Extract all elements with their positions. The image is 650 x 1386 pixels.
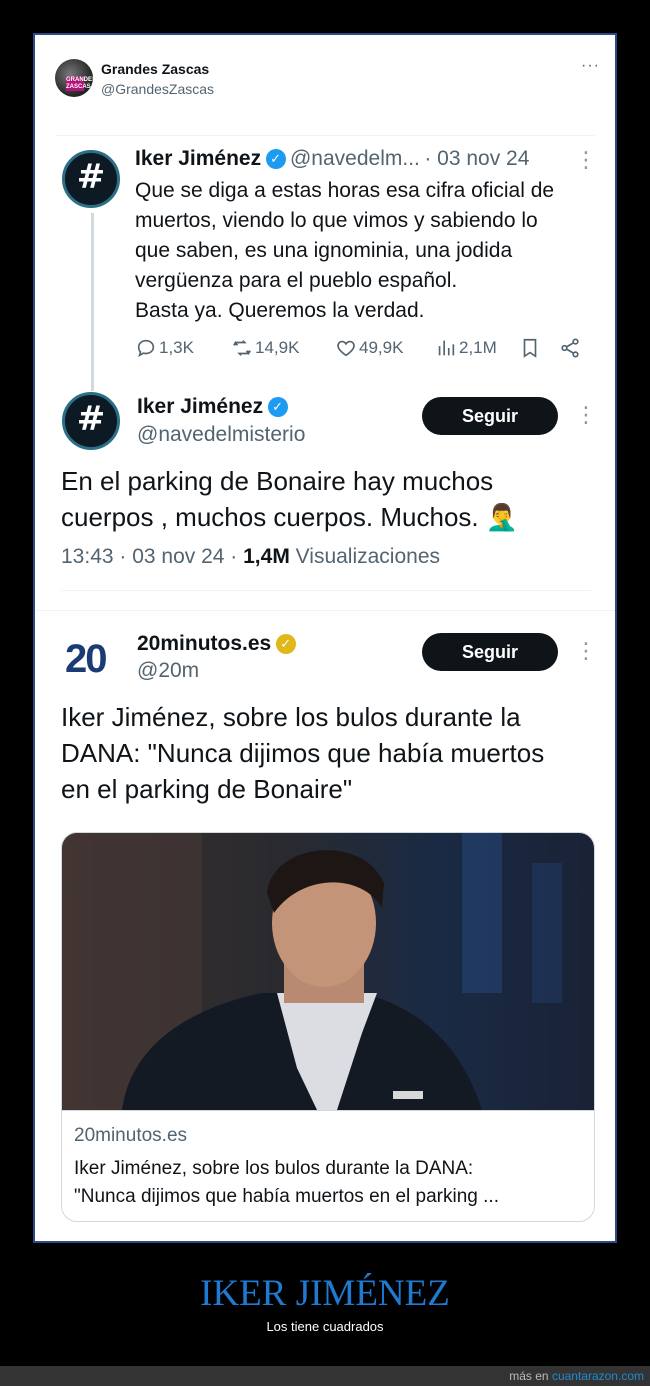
man-portrait-image — [62, 833, 562, 1110]
tweet-line: Que se diga a estas horas esa cifra ofic… — [135, 179, 555, 202]
tweet-line: DANA: "Nunca dijimos que había muertos — [61, 738, 545, 768]
tweet-timestamp-row: 13:43 · 03 nov 24 · 1,4M Visualizaciones — [61, 545, 440, 569]
meme-subtitle: Los tiene cuadrados — [266, 1319, 384, 1334]
author-handle[interactable]: @navedelm... — [290, 147, 420, 170]
views-count: 2,1M — [459, 338, 497, 357]
divider — [35, 610, 615, 611]
tweet-line: que saben, es una ignominia, una jodida — [135, 239, 513, 262]
like-count: 49,9K — [359, 338, 404, 357]
reply-button[interactable]: 1,3K — [135, 337, 194, 359]
news-tweet-text: Iker Jiménez, sobre los bulos durante la… — [61, 699, 591, 807]
avatar-badge: GRANDES ZASCAS — [66, 77, 93, 91]
verified-icon: ✓ — [265, 149, 286, 169]
reply-count: 1,3K — [159, 338, 194, 357]
hash-icon: # — [76, 399, 106, 439]
verified-gold-icon: ✓ — [275, 634, 296, 654]
author-name[interactable]: 20minutos.es — [137, 632, 271, 655]
tweet-time[interactable]: 13:43 · 03 nov 24 · — [61, 545, 243, 568]
tweet-sheet: GRANDES ZASCAS Grandes Zascas @GrandesZa… — [35, 35, 615, 1241]
retweet-icon — [233, 340, 251, 356]
author-handle[interactable]: @navedelmisterio — [137, 423, 305, 447]
news-author-name-row: 20minutos.es ✓ — [137, 632, 296, 656]
tweet-line: En el parking de Bonaire hay muchos — [61, 466, 494, 496]
quoted-tweet-text: Que se diga a estas horas esa cifra ofic… — [135, 176, 585, 326]
footer-text: más en cuantarazon.com — [509, 1369, 644, 1383]
tweet-more-icon[interactable]: ⋮ — [575, 640, 597, 662]
tweet-date[interactable]: · 03 nov 24 — [424, 147, 529, 170]
quoted-tweet-header: Iker Jiménez ✓ @navedelm... · 03 nov 24 — [135, 147, 529, 171]
tweet-line: muertos, viendo lo que vimos y sabiendo … — [135, 209, 538, 232]
tweet-line: vergüenza para el pueblo español. — [135, 269, 458, 292]
thread-line — [91, 213, 94, 391]
tweet-stats: 1,3K 14,9K 49,9K 2,1M — [135, 337, 585, 363]
tweet-line: en el parking de Bonaire" — [61, 774, 353, 804]
footer-bar: más en cuantarazon.com — [0, 1366, 650, 1386]
header-name[interactable]: Grandes Zascas — [101, 61, 209, 77]
divider — [61, 590, 591, 591]
author-name[interactable]: Iker Jiménez — [135, 147, 261, 170]
author-handle[interactable]: @20m — [137, 659, 199, 683]
tweet-line: cuerpos , muchos cuerpos. Muchos. 🤦‍♂️ — [61, 502, 519, 532]
card-photo — [62, 833, 594, 1110]
reply-tweet-text: En el parking de Bonaire hay muchos cuer… — [61, 463, 591, 535]
iker-avatar[interactable]: # — [62, 392, 120, 450]
retweet-count: 14,9K — [255, 338, 300, 357]
follow-button[interactable]: Seguir — [422, 633, 558, 671]
tweet-more-icon[interactable]: ⋮ — [575, 149, 597, 171]
screenshot-frame: GRANDES ZASCAS Grandes Zascas @GrandesZa… — [33, 33, 617, 1243]
bookmark-icon — [523, 338, 537, 358]
reply-author-name-row: Iker Jiménez ✓ — [137, 395, 288, 419]
iker-avatar[interactable]: # — [62, 150, 120, 208]
more-options-icon[interactable]: ··· — [581, 57, 600, 75]
header-avatar[interactable]: GRANDES ZASCAS — [55, 59, 93, 97]
meme-title: IKER JIMÉNEZ — [200, 1273, 450, 1314]
reply-icon — [137, 339, 155, 358]
bookmark-button[interactable] — [519, 337, 541, 359]
hash-icon: # — [76, 157, 106, 197]
footer-link[interactable]: cuantarazon.com — [552, 1369, 644, 1383]
author-name[interactable]: Iker Jiménez — [137, 395, 263, 418]
header-handle[interactable]: @GrandesZascas — [101, 81, 214, 97]
footer-prefix: más en — [509, 1369, 552, 1383]
card-title-line: "Nunca dijimos que había muertos en el p… — [74, 1186, 499, 1207]
card-domain: 20minutos.es — [74, 1125, 188, 1146]
20minutos-logo[interactable]: 20 — [65, 637, 107, 682]
share-button[interactable] — [559, 337, 581, 359]
tweet-more-icon[interactable]: ⋮ — [575, 404, 597, 426]
card-title-line: Iker Jiménez, sobre los bulos durante la… — [74, 1158, 474, 1179]
heart-icon — [337, 340, 355, 357]
views-button[interactable]: 2,1M — [435, 337, 497, 359]
retweet-button[interactable]: 14,9K — [231, 337, 299, 359]
tweet-line: Iker Jiménez, sobre los bulos durante la — [61, 702, 521, 732]
verified-icon: ✓ — [267, 397, 288, 417]
card-title: Iker Jiménez, sobre los bulos durante la… — [74, 1155, 584, 1211]
follow-button[interactable]: Seguir — [422, 397, 558, 435]
share-icon — [561, 338, 579, 358]
views-count: 1,4M — [243, 545, 290, 568]
like-button[interactable]: 49,9K — [335, 337, 403, 359]
link-card[interactable]: 20minutos.es Iker Jiménez, sobre los bul… — [61, 832, 595, 1222]
views-chart-icon — [438, 340, 455, 356]
divider — [55, 135, 595, 136]
views-label: Visualizaciones — [289, 545, 441, 568]
card-divider — [62, 1110, 594, 1111]
tweet-line: Basta ya. Queremos la verdad. — [135, 299, 425, 322]
